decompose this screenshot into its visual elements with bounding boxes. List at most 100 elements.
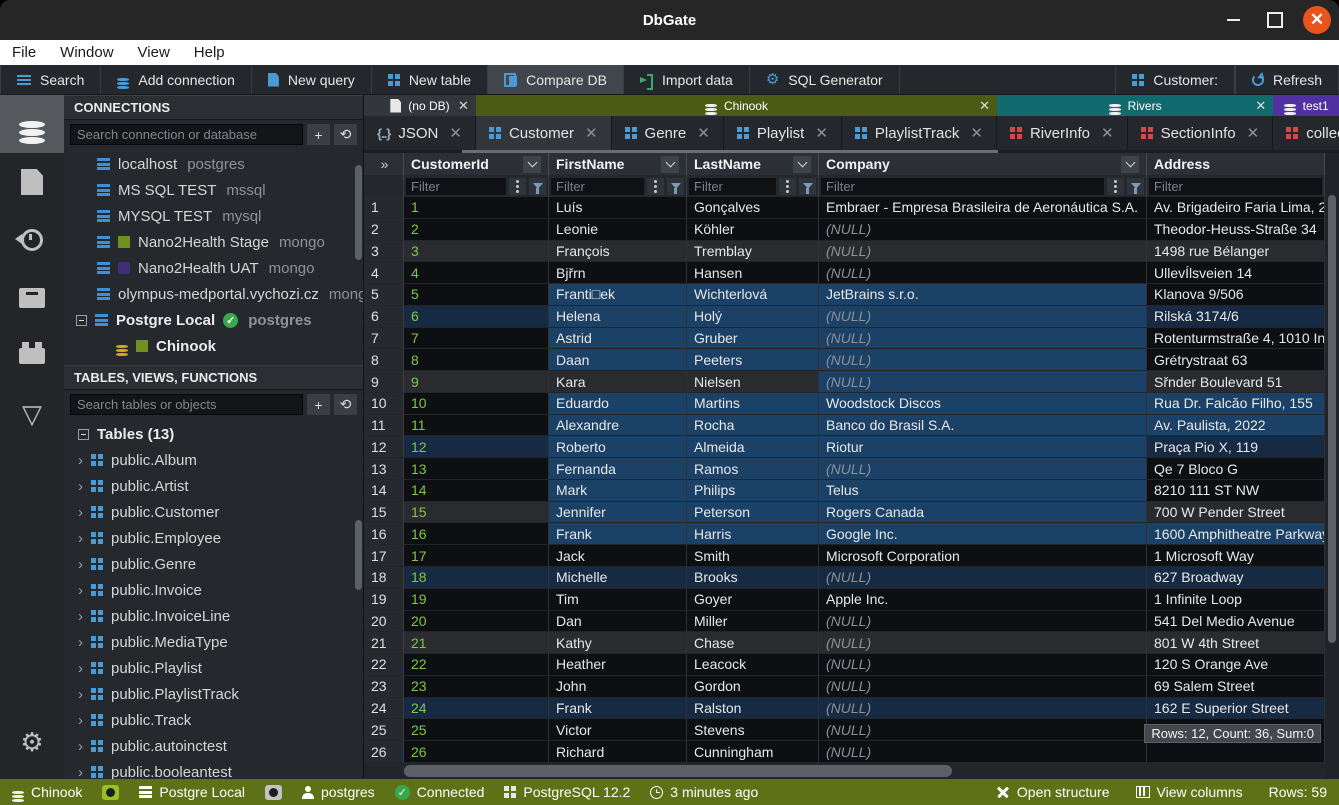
cell-company[interactable]: Microsoft Corporation [819,545,1147,567]
table-item-public-genre[interactable]: ›public.Genre [64,551,363,577]
cell-company[interactable]: Banco do Brasil S.A. [819,415,1147,437]
cell-company[interactable]: (NULL) [819,741,1147,763]
chevron-right-icon[interactable]: › [78,583,83,598]
cell-first[interactable]: Luís [549,197,687,219]
cell-last[interactable]: Cunningham [687,741,819,763]
filter-funnel-button[interactable] [667,178,684,195]
chevron-right-icon[interactable]: › [78,687,83,702]
chevron-right-icon[interactable]: › [78,661,83,676]
column-dropdown-button[interactable] [1121,156,1139,173]
cell-last[interactable]: Gruber [687,328,819,350]
cell-address[interactable]: Rua Dr. Falcăo Filho, 155 [1147,393,1325,415]
cell-company[interactable]: Rogers Canada [819,502,1147,524]
table-row[interactable]: 2121KathyChase(NULL)801 W 4th Street [364,632,1339,654]
cell-address[interactable]: Av. Paulista, 2022 [1147,415,1325,437]
column-dropdown-button[interactable] [523,156,541,173]
cell-company[interactable]: (NULL) [819,676,1147,698]
status-item-badge-green[interactable] [102,785,119,800]
table-item-public-customer[interactable]: ›public.Customer [64,499,363,525]
connections-search-input[interactable] [70,124,303,145]
rail-history-icon[interactable] [0,211,64,269]
chevron-right-icon[interactable]: › [78,739,83,754]
vertical-scrollbar[interactable] [1325,153,1339,779]
cell-address[interactable]: Qe 7 Bloco G [1147,458,1325,480]
column-dropdown-button[interactable] [793,156,811,173]
table-item-public-track[interactable]: ›public.Track [64,707,363,733]
cell-address[interactable]: 1600 Amphitheatre Parkway [1147,523,1325,545]
menu-item-window[interactable]: Window [60,44,113,61]
cell-last[interactable]: Hansen [687,262,819,284]
table-row[interactable]: 1818MichelleBrooks(NULL)627 Broadway [364,567,1339,589]
table-row[interactable]: 44BjřrnHansen(NULL)UllevÍlsveien 14 [364,262,1339,284]
cell-first[interactable]: John [549,676,687,698]
cell-address[interactable]: 627 Broadway [1147,567,1325,589]
table-row[interactable]: 2626RichardCunningham(NULL) [364,741,1339,763]
connections-scrollbar[interactable] [355,165,362,260]
cell-last[interactable]: Wichterlová [687,284,819,306]
column-header-company[interactable]: Company [819,153,1147,175]
status-item-3-minutes-ago[interactable]: 3 minutes ago [650,784,758,800]
cell-first[interactable]: Jack [549,545,687,567]
cell-last[interactable]: Gordon [687,676,819,698]
cell-first[interactable]: Roberto [549,436,687,458]
cell-first[interactable]: Helena [549,306,687,328]
cell-id[interactable]: 9 [404,371,549,393]
tab-json[interactable]: {..}JSON✕ [364,116,476,150]
table-item-public-invoiceline[interactable]: ›public.InvoiceLine [64,603,363,629]
chevron-right-icon[interactable]: › [78,557,83,572]
cell-company[interactable]: Telus [819,480,1147,502]
cell-first[interactable]: Eduardo [549,393,687,415]
column-header-customerid[interactable]: CustomerId [404,153,549,175]
cell-id[interactable]: 7 [404,328,549,350]
tab-riverinfo[interactable]: RiverInfo✕ [997,116,1128,150]
table-row[interactable]: 1111AlexandreRochaBanco do Brasil S.A.Av… [364,415,1339,437]
filter-input[interactable] [821,178,1104,195]
tab-group-header[interactable]: (no DB)✕ [364,95,476,116]
status-item-open-structure[interactable]: Open structure [996,784,1110,800]
cell-company[interactable]: (NULL) [819,611,1147,633]
chevron-right-icon[interactable]: › [78,479,83,494]
connection-item-ms-sql-test[interactable]: MS SQL TESTmssql [64,177,363,203]
column-header-address[interactable]: Address [1147,153,1325,175]
cell-last[interactable]: Holý [687,306,819,328]
filter-input[interactable] [689,178,776,195]
cell-id[interactable]: 16 [404,523,549,545]
cell-first[interactable]: Alexandre [549,415,687,437]
cell-last[interactable]: Smith [687,545,819,567]
chevron-right-icon[interactable]: › [78,505,83,520]
cell-company[interactable]: (NULL) [819,632,1147,654]
cell-first[interactable]: Richard [549,741,687,763]
chevron-right-icon[interactable]: › [78,765,83,780]
cell-last[interactable]: Miller [687,611,819,633]
cell-id[interactable]: 26 [404,741,549,763]
cell-first[interactable]: Jennifer [549,502,687,524]
add-connection-plus-button[interactable]: + [307,124,330,145]
tables-scrollbar[interactable] [355,520,362,590]
cell-last[interactable]: Nielsen [687,371,819,393]
tab-genre[interactable]: Genre✕ [612,116,724,150]
tab-close-icon[interactable]: ✕ [815,124,828,142]
cell-last[interactable]: Ramos [687,458,819,480]
cell-company[interactable]: JetBrains s.r.o. [819,284,1147,306]
rail-filter-icon[interactable]: ▽ [0,385,64,443]
connection-item-olympus-medportal-vychozi-cz[interactable]: olympus-medportal.vychozi.czmongo [64,281,363,307]
cell-first[interactable]: Victor [549,719,687,741]
cell-address[interactable]: Praça Pio X, 119 [1147,436,1325,458]
cell-first[interactable]: Frank [549,523,687,545]
table-row[interactable]: 33FrançoisTremblay(NULL)1498 rue Bélange… [364,241,1339,263]
cell-id[interactable]: 6 [404,306,549,328]
cell-id[interactable]: 11 [404,415,549,437]
cell-last[interactable]: Chase [687,632,819,654]
cell-last[interactable]: Harris [687,523,819,545]
cell-company[interactable]: (NULL) [819,349,1147,371]
cell-last[interactable]: Ralston [687,698,819,720]
status-item-postgre-local[interactable]: Postgre Local [139,784,245,800]
cell-first[interactable]: Dan [549,611,687,633]
column-header-firstname[interactable]: FirstName [549,153,687,175]
connection-item-nano2health-uat[interactable]: Nano2Health UATmongo [64,255,363,281]
tab-playlist[interactable]: Playlist✕ [724,116,842,150]
toolbar-button-search[interactable]: Search [0,65,101,94]
cell-last[interactable]: Philips [687,480,819,502]
cell-id[interactable]: 15 [404,502,549,524]
cell-last[interactable]: Gonçalves [687,197,819,219]
